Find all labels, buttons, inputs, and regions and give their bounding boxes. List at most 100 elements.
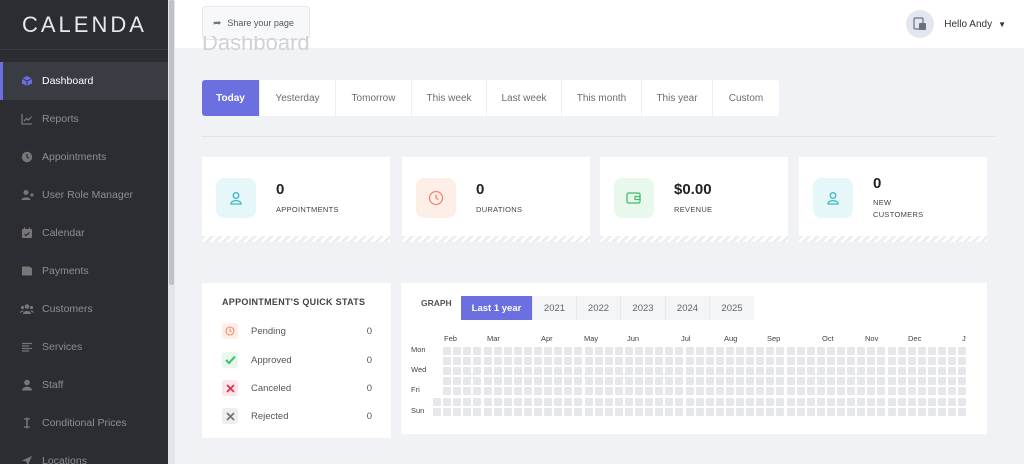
heatmap-cell[interactable] (927, 407, 936, 416)
heatmap-cell[interactable] (534, 377, 542, 386)
heatmap-cell[interactable] (564, 377, 573, 386)
sidebar-item-reports[interactable]: Reports (0, 100, 168, 138)
heatmap-cell[interactable] (847, 357, 856, 366)
sidebar-item-calendar[interactable]: Calendar (0, 214, 168, 252)
heatmap-cell[interactable] (523, 367, 532, 376)
heatmap-cell[interactable] (816, 357, 825, 366)
heatmap-cell[interactable] (816, 347, 825, 355)
heatmap-cell[interactable] (473, 367, 482, 376)
heatmap-cell[interactable] (685, 397, 694, 406)
heatmap-cell[interactable] (736, 377, 744, 386)
heatmap-cell[interactable] (887, 367, 896, 376)
tab-2022[interactable]: 2022 (577, 296, 621, 320)
heatmap-cell[interactable] (837, 397, 845, 406)
heatmap-cell[interactable] (483, 407, 492, 416)
tab-this-month[interactable]: This month (562, 80, 642, 116)
heatmap-cell[interactable] (604, 367, 613, 376)
heatmap-cell[interactable] (917, 377, 926, 386)
heatmap-cell[interactable] (523, 347, 532, 355)
heatmap-cell[interactable] (786, 377, 795, 386)
heatmap-cell[interactable] (493, 347, 502, 355)
heatmap-cell[interactable] (837, 347, 845, 355)
heatmap-cell[interactable] (554, 377, 563, 386)
heatmap-cell[interactable] (534, 407, 542, 416)
heatmap-cell[interactable] (594, 387, 603, 396)
heatmap-cell[interactable] (443, 357, 452, 366)
heatmap-cell[interactable] (624, 357, 633, 366)
logo[interactable]: CALENDA (0, 0, 168, 50)
heatmap-cell[interactable] (766, 357, 775, 366)
heatmap-cell[interactable] (948, 397, 957, 406)
heatmap-cell[interactable] (655, 357, 664, 366)
heatmap-cell[interactable] (544, 347, 553, 355)
heatmap-cell[interactable] (736, 347, 744, 355)
heatmap-cell[interactable] (746, 347, 755, 355)
heatmap-cell[interactable] (725, 387, 734, 396)
heatmap-cell[interactable] (675, 377, 684, 386)
heatmap-cell[interactable] (564, 357, 573, 366)
heatmap-cell[interactable] (766, 367, 775, 376)
heatmap-cell[interactable] (917, 347, 926, 355)
heatmap-cell[interactable] (463, 397, 472, 406)
heatmap-cell[interactable] (685, 357, 694, 366)
heatmap-cell[interactable] (746, 377, 755, 386)
heatmap-cell[interactable] (857, 347, 866, 355)
sidebar-item-customers[interactable]: Customers (0, 290, 168, 328)
sidebar-item-user-role-manager[interactable]: User Role Manager (0, 176, 168, 214)
heatmap-cell[interactable] (847, 387, 856, 396)
heatmap-cell[interactable] (594, 377, 603, 386)
heatmap-cell[interactable] (715, 387, 724, 396)
heatmap-cell[interactable] (645, 377, 654, 386)
heatmap-cell[interactable] (614, 397, 623, 406)
heatmap-cell[interactable] (725, 347, 734, 355)
heatmap-cell[interactable] (705, 407, 714, 416)
heatmap-cell[interactable] (635, 367, 643, 376)
heatmap-cell[interactable] (584, 397, 593, 406)
heatmap-cell[interactable] (493, 357, 502, 366)
heatmap-cell[interactable] (574, 347, 583, 355)
heatmap-cell[interactable] (443, 367, 452, 376)
heatmap-cell[interactable] (715, 347, 724, 355)
heatmap-cell[interactable] (564, 387, 573, 396)
heatmap-cell[interactable] (806, 397, 815, 406)
heatmap-cell[interactable] (503, 387, 512, 396)
heatmap-cell[interactable] (534, 347, 542, 355)
heatmap-cell[interactable] (705, 367, 714, 376)
tab-this-week[interactable]: This week (412, 80, 487, 116)
heatmap-cell[interactable] (705, 387, 714, 396)
heatmap-cell[interactable] (725, 367, 734, 376)
heatmap-cell[interactable] (554, 367, 563, 376)
heatmap-cell[interactable] (594, 357, 603, 366)
heatmap-cell[interactable] (857, 367, 866, 376)
heatmap-cell[interactable] (705, 397, 714, 406)
heatmap-cell[interactable] (443, 407, 452, 416)
heatmap-cell[interactable] (796, 357, 805, 366)
heatmap-cell[interactable] (453, 367, 462, 376)
tab-2025[interactable]: 2025 (710, 296, 754, 320)
heatmap-cell[interactable] (776, 397, 785, 406)
heatmap-cell[interactable] (806, 377, 815, 386)
heatmap-cell[interactable] (635, 387, 643, 396)
heatmap-cell[interactable] (604, 377, 613, 386)
heatmap-cell[interactable] (867, 357, 876, 366)
heatmap-cell[interactable] (887, 387, 896, 396)
heatmap-cell[interactable] (695, 407, 704, 416)
heatmap-cell[interactable] (857, 357, 866, 366)
heatmap-cell[interactable] (766, 347, 775, 355)
heatmap-cell[interactable] (776, 357, 785, 366)
heatmap-cell[interactable] (463, 387, 472, 396)
heatmap-cell[interactable] (645, 347, 654, 355)
heatmap-cell[interactable] (897, 407, 906, 416)
heatmap-cell[interactable] (554, 357, 563, 366)
heatmap-cell[interactable] (665, 347, 674, 355)
heatmap-cell[interactable] (635, 407, 643, 416)
heatmap-cell[interactable] (837, 377, 845, 386)
tab-today[interactable]: Today (202, 80, 260, 116)
heatmap-cell[interactable] (796, 367, 805, 376)
heatmap-cell[interactable] (938, 387, 946, 396)
heatmap-cell[interactable] (604, 407, 613, 416)
heatmap-cell[interactable] (645, 397, 654, 406)
heatmap-cell[interactable] (756, 397, 765, 406)
heatmap-cell[interactable] (826, 367, 835, 376)
heatmap-cell[interactable] (483, 367, 492, 376)
